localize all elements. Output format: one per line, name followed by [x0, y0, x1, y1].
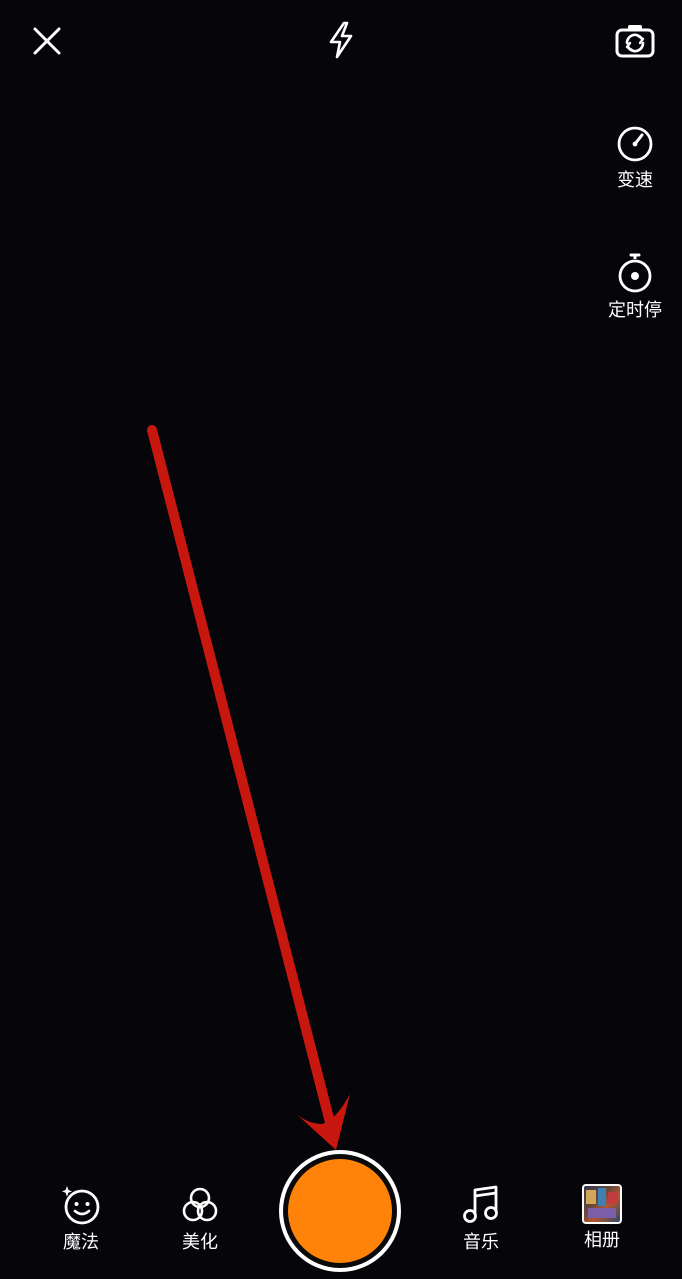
magic-tool[interactable]: 魔法	[36, 1184, 126, 1254]
flash-button[interactable]	[318, 16, 364, 64]
magic-face-icon	[62, 1186, 100, 1225]
album-tool[interactable]: 相册	[557, 1184, 647, 1252]
close-button[interactable]	[24, 18, 70, 64]
music-tool[interactable]: 音乐	[436, 1184, 526, 1254]
close-icon	[33, 27, 61, 55]
album-thumbnail	[582, 1184, 622, 1224]
timer-stop-icon	[618, 253, 652, 293]
magic-tool-label: 魔法	[63, 1232, 99, 1253]
music-tool-label: 音乐	[463, 1232, 499, 1253]
speed-tool[interactable]: 变速	[590, 124, 680, 192]
flash-icon	[329, 21, 353, 59]
annotation-arrow	[147, 425, 350, 1150]
record-button-core	[288, 1159, 392, 1263]
speed-gauge-icon	[617, 126, 653, 162]
record-button-ring	[283, 1154, 397, 1268]
switch-camera-icon	[615, 25, 655, 58]
timer-tool-label: 定时停	[608, 300, 662, 321]
music-note-icon	[463, 1185, 498, 1223]
speed-tool-label: 变速	[617, 170, 653, 191]
timer-tool[interactable]: 定时停	[590, 252, 680, 322]
beautify-tool[interactable]: 美化	[155, 1184, 245, 1254]
switch-camera-button[interactable]	[610, 18, 660, 64]
album-tool-label: 相册	[584, 1230, 620, 1251]
record-button[interactable]	[279, 1150, 401, 1272]
beautify-tool-label: 美化	[182, 1232, 218, 1253]
camera-screen: 变速 定时停 魔法 美化 音乐 相册	[0, 0, 682, 1279]
beautify-circles-icon	[182, 1187, 218, 1222]
